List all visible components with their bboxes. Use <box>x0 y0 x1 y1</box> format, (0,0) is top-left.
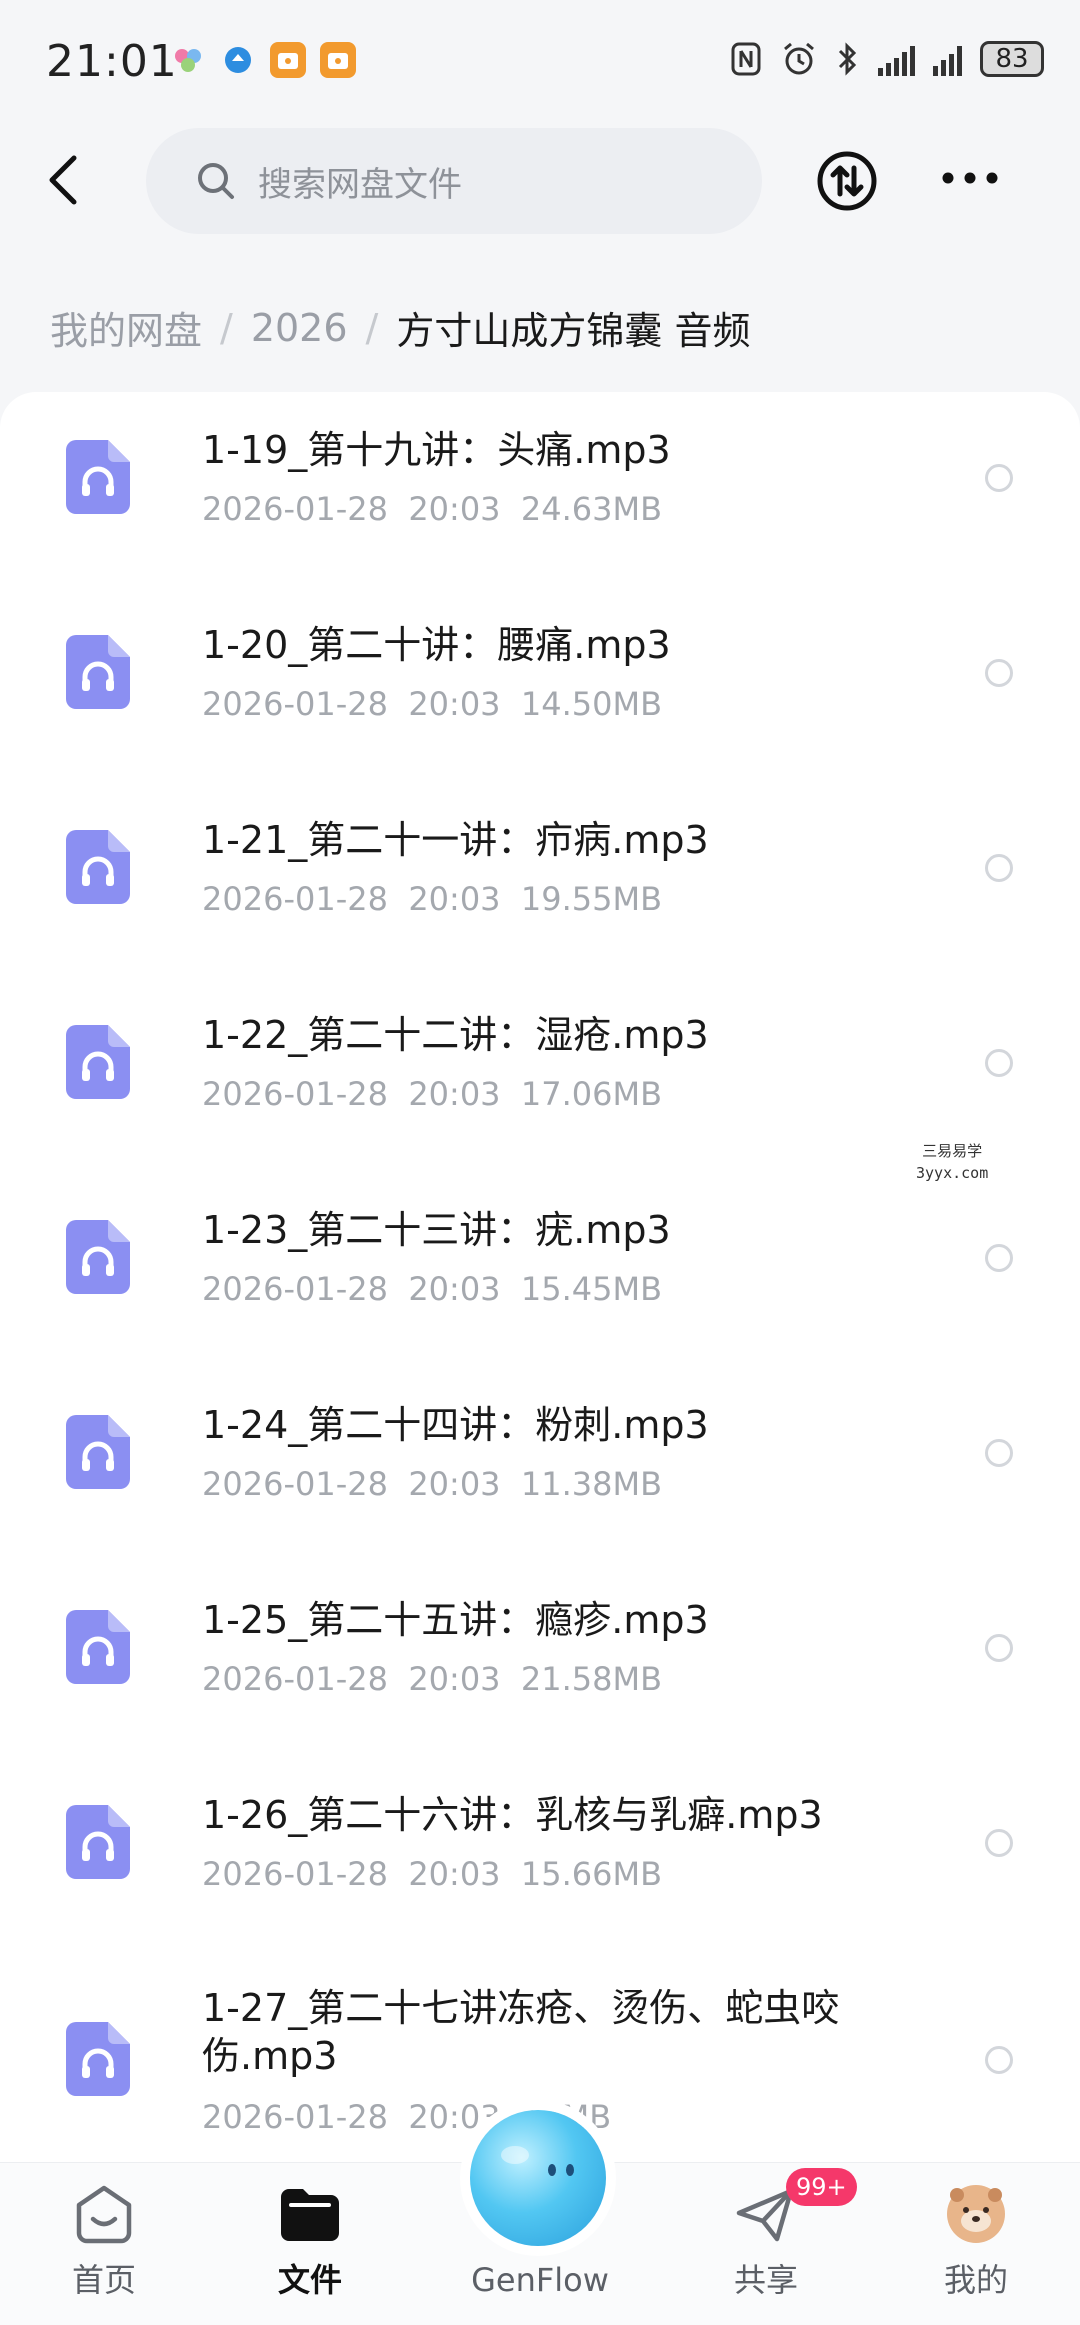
status-time: 21:01 <box>46 36 178 87</box>
breadcrumb-item[interactable]: 2026 <box>251 306 348 350</box>
back-arrow-icon[interactable] <box>36 150 96 210</box>
file-meta: 2026-01-28 20:03 11.38MB <box>202 1465 663 1503</box>
select-radio[interactable] <box>985 464 1013 492</box>
file-name: 1-21_第二十一讲：疖病.mp3 <box>202 818 709 862</box>
signal-icon <box>878 42 915 76</box>
nav-me[interactable]: 我的 <box>906 2183 1046 2301</box>
breadcrumb-separator: / <box>365 305 379 350</box>
file-name: 1-19_第十九讲：头痛.mp3 <box>202 428 671 472</box>
file-name: 1-24_第二十四讲：粉刺.mp3 <box>202 1403 709 1447</box>
app-notification-icon <box>320 42 356 78</box>
file-meta: 2026-01-28 20:03 14.50MB <box>202 685 663 723</box>
home-icon <box>76 2185 132 2244</box>
audio-file-icon <box>66 1025 130 1099</box>
search-placeholder: 搜索网盘文件 <box>258 164 462 205</box>
top-bar: 搜索网盘文件 <box>0 120 1080 250</box>
select-radio[interactable] <box>985 2046 1013 2074</box>
breadcrumb: 我的网盘 / 2026 / 方寸山成方锦囊 音频 <box>50 300 750 355</box>
battery-indicator: 83 <box>980 41 1044 77</box>
notification-badge: 99+ <box>786 2168 857 2206</box>
file-name: 1-25_第二十五讲：瘾疹.mp3 <box>202 1598 709 1642</box>
audio-file-icon <box>66 1610 130 1684</box>
breadcrumb-separator: / <box>220 305 233 350</box>
file-meta: 2026-01-28 20:03 15.45MB <box>202 1270 663 1308</box>
watermark: 三易易学 3yyx.com <box>916 1142 989 1182</box>
search-icon <box>198 163 234 199</box>
file-name: 1-27_第二十七讲冻疮、烫伤、蛇虫咬伤.mp3 <box>202 1986 840 2078</box>
file-meta: 2026-01-28 20:03 17.06MB <box>202 1075 663 1113</box>
status-app-icons <box>170 42 356 78</box>
file-meta: 2026-01-28 20:03 21.58MB <box>202 1660 663 1698</box>
select-radio[interactable] <box>985 1049 1013 1077</box>
nav-files[interactable]: 文件 <box>240 2183 380 2301</box>
select-radio[interactable] <box>985 854 1013 882</box>
app-notification-icon <box>270 42 306 78</box>
select-radio[interactable] <box>985 1439 1013 1467</box>
select-radio[interactable] <box>985 1634 1013 1662</box>
audio-file-icon <box>66 635 130 709</box>
app-notification-icon <box>220 42 256 78</box>
audio-file-icon <box>66 1805 130 1879</box>
select-radio[interactable] <box>985 659 1013 687</box>
audio-file-icon <box>66 1415 130 1489</box>
status-indicators: 83 <box>730 40 1044 78</box>
file-name: 1-20_第二十讲：腰痛.mp3 <box>202 623 671 667</box>
search-bar[interactable]: 搜索网盘文件 <box>146 128 762 234</box>
select-radio[interactable] <box>985 1829 1013 1857</box>
breadcrumb-current: 方寸山成方锦囊 音频 <box>396 309 751 353</box>
file-name: 1-22_第二十二讲：湿疮.mp3 <box>202 1013 709 1057</box>
audio-file-icon <box>66 2022 130 2096</box>
more-icon[interactable] <box>940 158 1000 198</box>
nfc-icon <box>731 42 761 76</box>
signal-icon <box>933 42 962 76</box>
folder-icon <box>281 2189 339 2241</box>
file-list: 1-19_第十九讲：头痛.mp3 2026-01-28 20:03 24.63M… <box>0 392 1080 2162</box>
genflow-orb-icon[interactable] <box>470 2110 606 2246</box>
transfer-icon[interactable] <box>816 150 878 212</box>
file-meta: 2026-01-28 20:03 24.63MB <box>202 490 663 528</box>
avatar-icon <box>947 2185 1005 2243</box>
audio-file-icon <box>66 830 130 904</box>
app-notification-icon <box>170 42 206 78</box>
file-meta: 2026-01-28 20:03 15.66MB <box>202 1855 663 1893</box>
file-meta: 2026-01-28 20:03 19.55MB <box>202 880 663 918</box>
select-radio[interactable] <box>985 1244 1013 1272</box>
nav-home[interactable]: 首页 <box>34 2183 174 2301</box>
status-bar: 21:01 83 <box>0 0 1080 120</box>
file-name: 1-26_第二十六讲：乳核与乳癖.mp3 <box>202 1793 823 1837</box>
nav-genflow[interactable]: GenFlow <box>470 2255 610 2299</box>
audio-file-icon <box>66 440 130 514</box>
alarm-icon <box>784 42 814 75</box>
file-name: 1-23_第二十三讲：疣.mp3 <box>202 1208 671 1252</box>
bluetooth-icon <box>838 42 857 76</box>
breadcrumb-item[interactable]: 我的网盘 <box>50 300 202 355</box>
audio-file-icon <box>66 1220 130 1294</box>
